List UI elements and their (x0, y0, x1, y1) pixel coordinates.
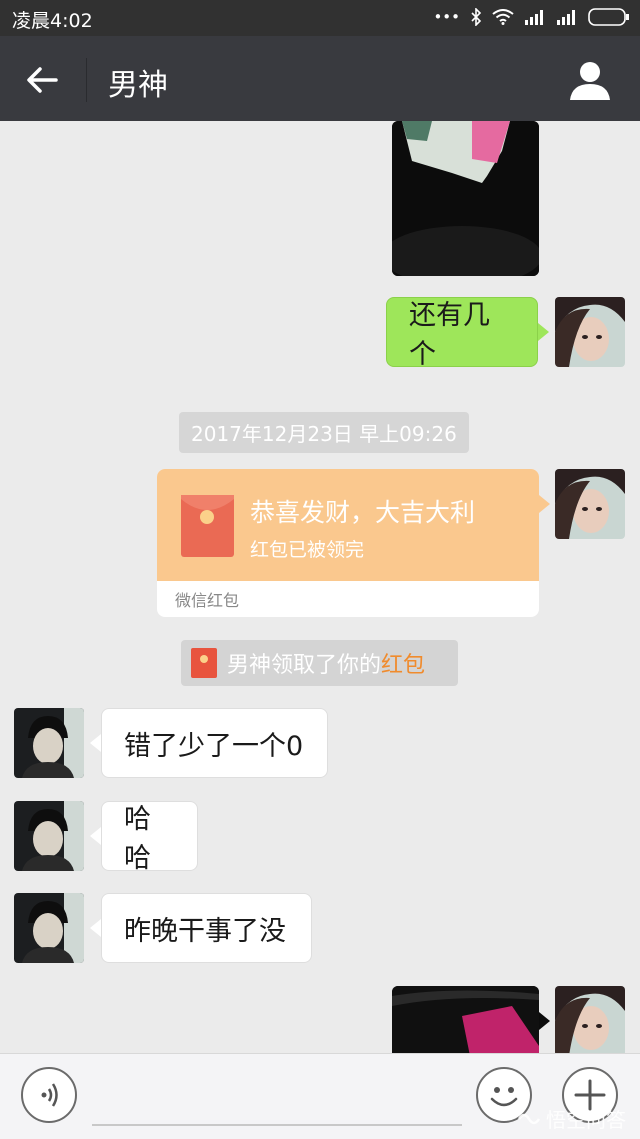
bubble-tail (90, 827, 101, 845)
watermark-logo-icon (517, 1113, 541, 1124)
my-avatar[interactable] (555, 297, 625, 367)
my-avatar[interactable] (555, 469, 625, 539)
red-packet-small-icon (191, 648, 217, 678)
bubble-tail (539, 495, 550, 513)
message-bubble[interactable]: 昨晚干事了没 (101, 893, 312, 963)
message-text: 错了少了一个0 (124, 730, 304, 762)
signal-icon-2 (557, 10, 575, 25)
timestamp-text: 2017年12月23日 早上09:26 (191, 422, 457, 446)
message-text: 哈哈 (124, 804, 151, 874)
status-bar: 凌晨4:02 ••• (0, 0, 640, 36)
title-bar: 男神 (0, 36, 640, 121)
watermark: 悟空问答 (516, 1104, 626, 1133)
bubble-tail (90, 734, 101, 752)
image-message[interactable] (392, 121, 539, 276)
status-time: 凌晨4:02 (12, 10, 93, 32)
bluetooth-icon (471, 8, 482, 26)
message-bubble[interactable]: 错了少了一个0 (101, 708, 328, 778)
back-arrow-icon[interactable] (22, 60, 62, 100)
contact-avatar[interactable] (14, 708, 84, 778)
red-envelope-icon (181, 495, 234, 557)
bubble-tail (539, 1012, 550, 1030)
my-avatar[interactable] (555, 986, 625, 1053)
red-packet-greeting: 恭喜发财，大吉大利 (250, 498, 476, 527)
voice-icon (41, 1083, 58, 1107)
red-packet-message[interactable]: 恭喜发财，大吉大利 红包已被领完 微信红包 (157, 469, 539, 617)
wifi-icon (492, 9, 514, 25)
text-input[interactable] (92, 1124, 462, 1126)
image-message[interactable] (392, 986, 539, 1053)
profile-icon[interactable] (566, 56, 614, 104)
status-icons: ••• (433, 8, 630, 26)
red-packet-body: 恭喜发财，大吉大利 红包已被领完 (157, 469, 539, 581)
signal-icon (525, 10, 543, 25)
bubble-tail (90, 919, 101, 937)
title-divider (86, 58, 87, 102)
red-packet-footer: 微信红包 (175, 591, 240, 610)
contact-avatar[interactable] (14, 801, 84, 871)
voice-button[interactable] (21, 1067, 77, 1123)
more-dots-icon: ••• (433, 8, 460, 26)
chat-area[interactable]: 还有几个 2017年12月23日 早上09:26 恭喜发财，大吉大利 红包已被领… (0, 121, 640, 1053)
battery-icon (588, 8, 629, 26)
message-bubble[interactable]: 还有几个 (386, 297, 538, 370)
system-message: 男神领取了你的 红包 (181, 640, 458, 686)
red-packet-link[interactable]: 红包 (381, 647, 425, 679)
contact-avatar[interactable] (14, 893, 84, 963)
message-bubble[interactable]: 哈哈 (101, 801, 198, 874)
timestamp: 2017年12月23日 早上09:26 (179, 412, 469, 453)
system-message-text: 男神领取了你的 (227, 653, 382, 678)
message-text: 昨晚干事了没 (124, 915, 286, 947)
chat-title: 男神 (108, 68, 168, 103)
red-packet-status: 红包已被领完 (250, 539, 365, 561)
bubble-tail (538, 323, 549, 341)
message-text: 还有几个 (409, 300, 490, 370)
watermark-text: 悟空问答 (546, 1108, 626, 1132)
input-bar: 悟空问答 (0, 1053, 640, 1139)
